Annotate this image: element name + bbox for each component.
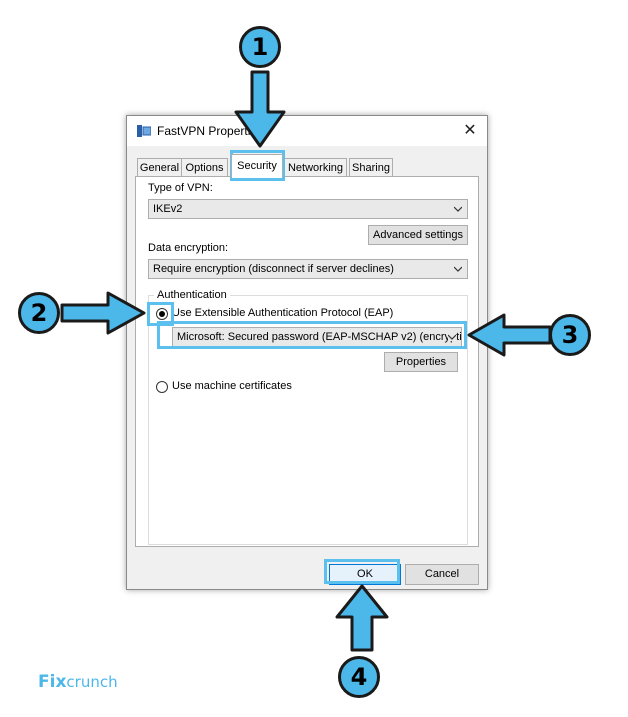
step-2-badge: 2: [18, 292, 60, 334]
arrow-up-icon: [335, 584, 389, 652]
security-panel: Type of VPN: IKEv2 Advanced settings Dat…: [135, 176, 479, 547]
title-bar[interactable]: FastVPN Properties ✕: [127, 116, 487, 146]
tab-general[interactable]: General: [137, 158, 182, 176]
eap-option-label[interactable]: Use Extensible Authentication Protocol (…: [172, 307, 393, 319]
chevron-down-icon: [454, 206, 462, 212]
machine-certificates-radio[interactable]: [156, 381, 168, 393]
data-encryption-value: Require encryption (disconnect if server…: [153, 263, 394, 275]
authentication-group-label: Authentication: [154, 289, 230, 301]
arrow-left-icon: [467, 313, 552, 357]
network-connection-icon: [137, 125, 151, 137]
step-4-badge: 4: [338, 656, 380, 698]
ok-button-highlight: [324, 559, 400, 584]
step-1-badge: 1: [239, 26, 281, 68]
step-3-badge: 3: [549, 314, 591, 356]
machine-certificates-label[interactable]: Use machine certificates: [172, 380, 292, 392]
arrow-down-icon: [234, 70, 286, 148]
vpn-type-label: Type of VPN:: [148, 182, 213, 194]
close-button[interactable]: ✕: [461, 122, 479, 140]
fixcrunch-logo: Fixcrunch: [38, 672, 118, 692]
data-encryption-label: Data encryption:: [148, 242, 229, 254]
tab-networking[interactable]: Networking: [284, 158, 347, 176]
cancel-button[interactable]: Cancel: [405, 564, 479, 585]
properties-button[interactable]: Properties: [384, 352, 458, 372]
tab-options[interactable]: Options: [181, 158, 228, 176]
advanced-settings-button[interactable]: Advanced settings: [368, 225, 468, 245]
logo-part-fix: Fix: [38, 672, 67, 692]
data-encryption-select[interactable]: Require encryption (disconnect if server…: [148, 259, 468, 279]
properties-dialog: FastVPN Properties ✕ General Options Sec…: [126, 115, 488, 590]
vpn-type-value: IKEv2: [153, 203, 183, 215]
arrow-right-icon: [60, 291, 146, 335]
tab-security[interactable]: Security: [231, 154, 283, 178]
logo-part-crunch: crunch: [66, 673, 118, 691]
chevron-down-icon: [454, 266, 462, 272]
eap-method-highlight: [157, 321, 467, 349]
vpn-type-select[interactable]: IKEv2: [148, 199, 468, 219]
tab-sharing[interactable]: Sharing: [349, 158, 393, 176]
